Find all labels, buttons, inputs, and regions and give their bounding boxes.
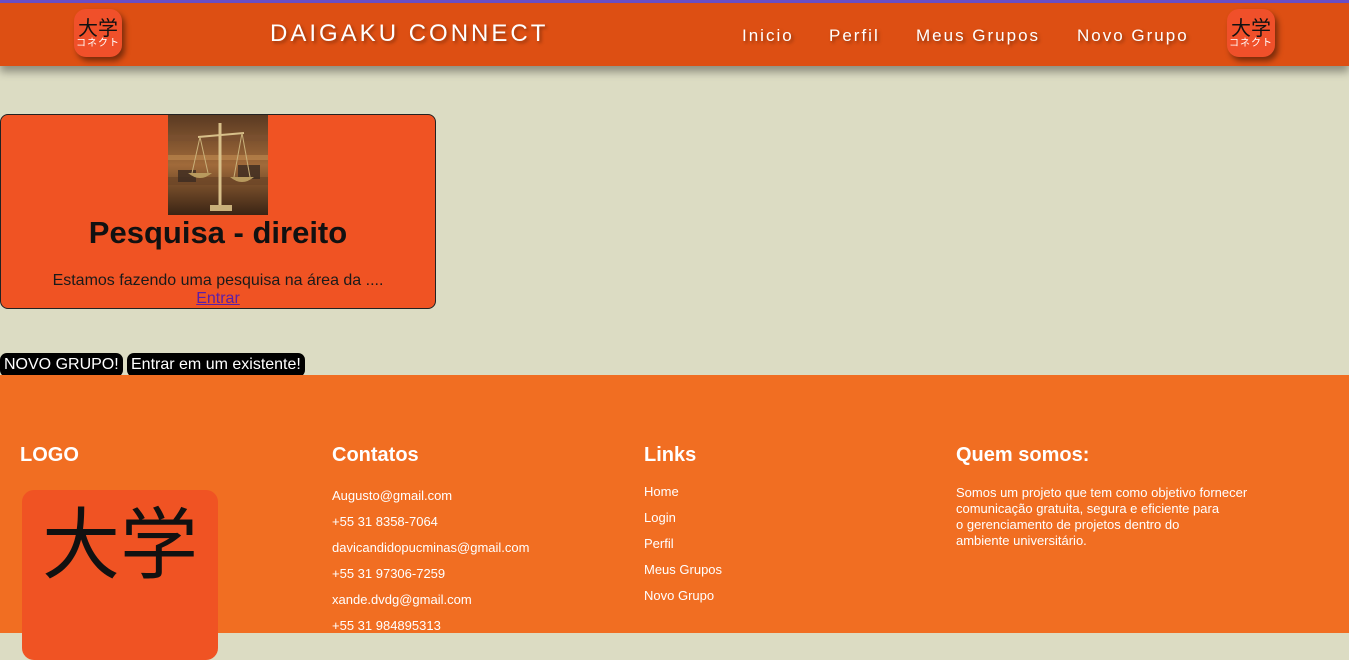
contact-item: +55 31 984895313 bbox=[332, 618, 441, 633]
logo-kana: コネクト bbox=[76, 37, 120, 49]
group-title: Pesquisa - direito bbox=[88, 215, 348, 250]
site-header: 大学 コネクト DAIGAKU CONNECT Inicio Perfil Me… bbox=[0, 3, 1349, 66]
nav-meus-grupos[interactable]: Meus Grupos bbox=[916, 26, 1040, 46]
group-description: Estamos fazendo uma pesquisa na área da … bbox=[52, 272, 384, 289]
about-line: ambiente universitário. bbox=[956, 533, 1087, 548]
nav-inicio[interactable]: Inicio bbox=[742, 26, 794, 46]
footer-link-login[interactable]: Login bbox=[644, 510, 676, 525]
footer-link-novo-grupo[interactable]: Novo Grupo bbox=[644, 588, 714, 603]
contact-item: +55 31 97306-7259 bbox=[332, 566, 446, 581]
contact-item: Augusto@gmail.com bbox=[332, 488, 453, 503]
logo-kanji: 大学 bbox=[78, 15, 118, 40]
footer-contacts-heading: Contatos bbox=[332, 444, 419, 466]
footer-about-heading: Quem somos: bbox=[956, 444, 1090, 466]
footer-logo-kanji: 大学 bbox=[41, 501, 198, 591]
contact-item: davicandidopucminas@gmail.com bbox=[332, 540, 530, 555]
header-logo-left[interactable]: 大学 コネクト bbox=[74, 9, 122, 57]
nav-novo-grupo[interactable]: Novo Grupo bbox=[1077, 26, 1189, 46]
group-image bbox=[168, 115, 268, 215]
new-group-button[interactable]: NOVO GRUPO! bbox=[0, 353, 123, 377]
brand-title: DAIGAKU CONNECT bbox=[270, 20, 549, 47]
about-line: Somos um projeto que tem como objetivo f… bbox=[956, 485, 1248, 500]
nav-perfil[interactable]: Perfil bbox=[829, 26, 880, 46]
footer-links-heading: Links bbox=[644, 444, 697, 466]
contact-item: +55 31 8358-7064 bbox=[332, 514, 438, 529]
footer-link-meus-grupos[interactable]: Meus Grupos bbox=[644, 562, 722, 577]
contact-item: xande.dvdg@gmail.com bbox=[332, 592, 472, 607]
footer-about-text: Somos um projeto que tem como objetivo f… bbox=[956, 485, 1256, 549]
group-card: Pesquisa - direito Estamos fazendo uma p… bbox=[0, 114, 436, 309]
join-existing-button[interactable]: Entrar em um existente! bbox=[127, 353, 305, 377]
group-enter-link[interactable]: Entrar bbox=[1, 290, 435, 308]
footer-logo-heading: LOGO bbox=[20, 444, 79, 466]
footer-logo: 大学 bbox=[22, 490, 218, 660]
footer-link-home[interactable]: Home bbox=[644, 484, 679, 499]
about-line: comunicação gratuita, segura e eficiente… bbox=[956, 501, 1220, 516]
logo-kanji: 大学 bbox=[1231, 15, 1271, 40]
footer-link-perfil[interactable]: Perfil bbox=[644, 536, 674, 551]
header-logo-right[interactable]: 大学 コネクト bbox=[1227, 9, 1275, 57]
site-footer: LOGO 大学 Contatos Augusto@gmail.com +55 3… bbox=[0, 375, 1349, 660]
about-line: o gerenciamento de projetos dentro do bbox=[956, 517, 1180, 532]
logo-kana: コネクト bbox=[1229, 37, 1273, 49]
